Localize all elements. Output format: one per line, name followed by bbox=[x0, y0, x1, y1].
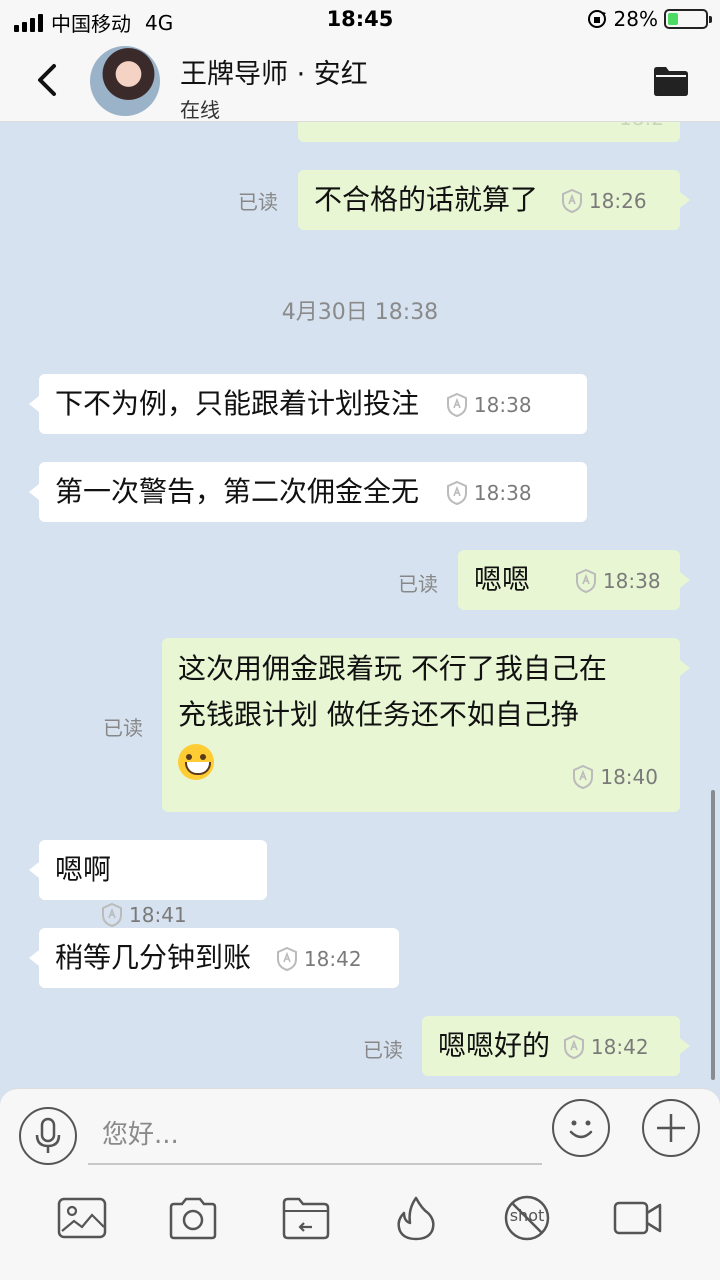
shield-icon bbox=[446, 392, 467, 418]
microphone-icon[interactable] bbox=[19, 1107, 77, 1165]
fire-icon[interactable] bbox=[390, 1195, 442, 1241]
message-text-line: 这次用佣金跟着玩 不行了我自己在 bbox=[178, 652, 607, 685]
battery-icon bbox=[664, 9, 712, 29]
no-screenshot-icon[interactable]: shot bbox=[501, 1195, 553, 1241]
message-list[interactable]: 18:2 已读 不合格的话就算了 18:26 4月30日 18:38 下不为例，… bbox=[0, 122, 720, 1088]
plus-icon[interactable] bbox=[642, 1099, 700, 1157]
message-meta: 18:42 bbox=[563, 1025, 649, 1069]
battery-fill bbox=[668, 13, 679, 25]
rotation-lock-icon bbox=[587, 10, 606, 28]
input-bar: shot bbox=[0, 1088, 720, 1280]
shield-icon bbox=[102, 902, 122, 928]
message-time: 18:40 bbox=[600, 765, 658, 789]
message-time: 18:26 bbox=[588, 189, 647, 213]
message-text: 嗯嗯好的 bbox=[438, 1029, 551, 1062]
chat-header: 王牌导师 · 安红 在线 bbox=[0, 40, 720, 122]
message-bubble-incoming[interactable]: 第一次警告，第二次佣金全无 18:38 bbox=[29, 462, 587, 522]
message-time: 18:42 bbox=[303, 947, 362, 971]
shield-icon bbox=[561, 188, 582, 214]
message-bubble-outgoing[interactable]: 这次用佣金跟着玩 不行了我自己在 充钱跟计划 做任务还不如自己挣 18:40 bbox=[162, 638, 690, 812]
message-bubble-outgoing[interactable]: 嗯嗯 18:38 bbox=[458, 550, 690, 610]
emoji-icon[interactable] bbox=[552, 1099, 610, 1157]
emoji bbox=[178, 744, 214, 780]
read-receipt: 已读 bbox=[103, 716, 143, 740]
microphone-glyph bbox=[35, 1117, 61, 1153]
contact-name: 王牌导师 · 安红 bbox=[180, 59, 368, 90]
image-icon[interactable] bbox=[56, 1195, 108, 1241]
shield-icon bbox=[575, 568, 596, 594]
message-text: 下不为例，只能跟着计划投注 bbox=[55, 387, 420, 420]
message-meta: 18:2 bbox=[619, 122, 664, 140]
message-meta: 18:26 bbox=[561, 179, 647, 223]
contact-status: 在线 bbox=[180, 98, 220, 122]
message-text: 嗯啊 bbox=[55, 853, 112, 886]
read-receipt: 已读 bbox=[238, 190, 278, 214]
message-bubble-partial[interactable]: 18:2 bbox=[298, 122, 680, 142]
avatar[interactable] bbox=[90, 46, 160, 116]
message-input[interactable] bbox=[88, 1107, 542, 1165]
shield-icon bbox=[573, 764, 594, 790]
scrollbar[interactable] bbox=[711, 790, 715, 1080]
video-call-icon[interactable] bbox=[612, 1195, 664, 1241]
smiley-glyph bbox=[569, 1120, 593, 1139]
message-time: 18:38 bbox=[473, 481, 532, 505]
message-bubble-incoming[interactable]: 嗯啊 18:41 bbox=[29, 840, 267, 928]
message-meta: 18:38 bbox=[446, 471, 532, 515]
message-meta: 18:38 bbox=[575, 559, 661, 603]
message-bubble-outgoing[interactable]: 嗯嗯好的 18:42 bbox=[422, 1016, 690, 1076]
message-meta: 18:42 bbox=[276, 937, 362, 981]
message-time: 18:38 bbox=[473, 393, 532, 417]
message-bubble-outgoing[interactable]: 不合格的话就算了 18:26 bbox=[298, 170, 690, 230]
shield-icon bbox=[276, 946, 297, 972]
status-bar-right: 28% bbox=[586, 7, 712, 31]
message-time: 18:2 bbox=[619, 122, 664, 140]
plus-glyph bbox=[657, 1114, 685, 1142]
shield-icon bbox=[563, 1034, 584, 1060]
battery-percent: 28% bbox=[613, 7, 658, 31]
message-time: 18:38 bbox=[602, 569, 661, 593]
message-text: 嗯嗯 bbox=[474, 563, 531, 596]
read-receipt: 已读 bbox=[363, 1038, 403, 1062]
read-receipt: 已读 bbox=[398, 572, 438, 596]
shot-label: shot bbox=[509, 1206, 545, 1225]
message-text: 第一次警告，第二次佣金全无 bbox=[55, 475, 420, 508]
folder-icon[interactable] bbox=[652, 64, 690, 98]
camera-icon[interactable] bbox=[167, 1195, 219, 1241]
message-meta: 18:40 bbox=[572, 754, 658, 800]
message-bubble-incoming[interactable]: 下不为例，只能跟着计划投注 18:38 bbox=[29, 374, 587, 434]
status-bar: 中国移动 4G 18:45 28% bbox=[0, 0, 720, 40]
message-bubble-incoming[interactable]: 稍等几分钟到账 18:42 bbox=[29, 928, 399, 988]
message-text: 稍等几分钟到账 bbox=[55, 941, 252, 974]
message-time: 18:42 bbox=[590, 1035, 649, 1059]
chevron-left-icon[interactable] bbox=[30, 58, 66, 102]
date-separator: 4月30日 18:38 bbox=[281, 300, 439, 325]
message-meta: 18:38 bbox=[446, 383, 532, 427]
message-text-line: 充钱跟计划 做任务还不如自己挣 bbox=[178, 698, 579, 731]
folder-upload-icon[interactable] bbox=[280, 1195, 332, 1241]
message-text: 不合格的话就算了 bbox=[314, 183, 539, 216]
shield-icon bbox=[446, 480, 467, 506]
